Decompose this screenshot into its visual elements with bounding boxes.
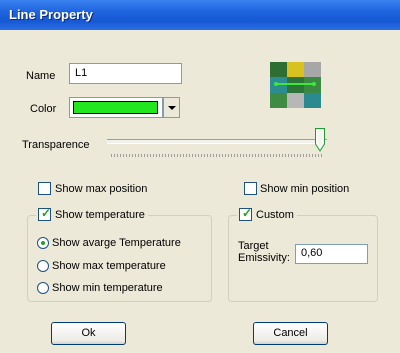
show-average-temperature-radio[interactable] [37, 237, 49, 249]
show-max-position-label: Show max position [55, 183, 148, 195]
transparence-label: Transparence [22, 139, 90, 151]
radio-selected-dot [41, 241, 45, 245]
show-min-temperature-label: Show min temperature [52, 282, 163, 294]
show-min-position-checkbox[interactable] [244, 182, 257, 195]
show-min-position-label: Show min position [260, 183, 350, 195]
window-title: Line Property [9, 7, 93, 22]
target-label: Target [238, 240, 269, 252]
custom-checkbox[interactable]: ✓ [239, 206, 253, 221]
ok-button[interactable]: Ok [51, 322, 126, 345]
custom-label: Custom [256, 209, 294, 221]
name-label: Name [26, 70, 56, 82]
chevron-down-icon [167, 105, 176, 110]
checkmark-icon: ✓ [242, 206, 253, 220]
title-bar: Line Property [0, 0, 400, 30]
transparence-slider-track[interactable] [107, 139, 327, 144]
checkmark-icon: ✓ [41, 206, 52, 220]
custom-legend: ✓ Custom [237, 207, 297, 223]
show-temperature-label: Show temperature [55, 209, 145, 221]
dialog-body: Name L1 Color Transparence Show max posi… [0, 30, 400, 353]
transparence-ticks [111, 154, 324, 157]
color-label: Color [30, 103, 57, 115]
show-max-temperature-label: Show max temperature [52, 260, 166, 272]
show-max-temperature-radio[interactable] [37, 260, 49, 272]
cancel-button[interactable]: Cancel [253, 322, 328, 345]
show-average-temperature-label: Show avarge Temperature [52, 237, 181, 249]
color-combobox[interactable] [69, 97, 163, 118]
emissivity-label: Emissivity: [238, 252, 290, 264]
line-preview-icon [270, 62, 321, 108]
name-input[interactable]: L1 [69, 63, 182, 84]
emissivity-input[interactable]: 0,60 [295, 244, 368, 264]
show-temperature-checkbox[interactable]: ✓ [38, 206, 52, 221]
show-min-temperature-radio[interactable] [37, 282, 49, 294]
color-dropdown-button[interactable] [163, 97, 180, 118]
show-max-position-checkbox[interactable] [38, 182, 51, 195]
color-swatch [73, 101, 158, 114]
show-temperature-legend: ✓ Show temperature [36, 207, 148, 223]
transparence-slider-thumb[interactable] [315, 128, 326, 152]
